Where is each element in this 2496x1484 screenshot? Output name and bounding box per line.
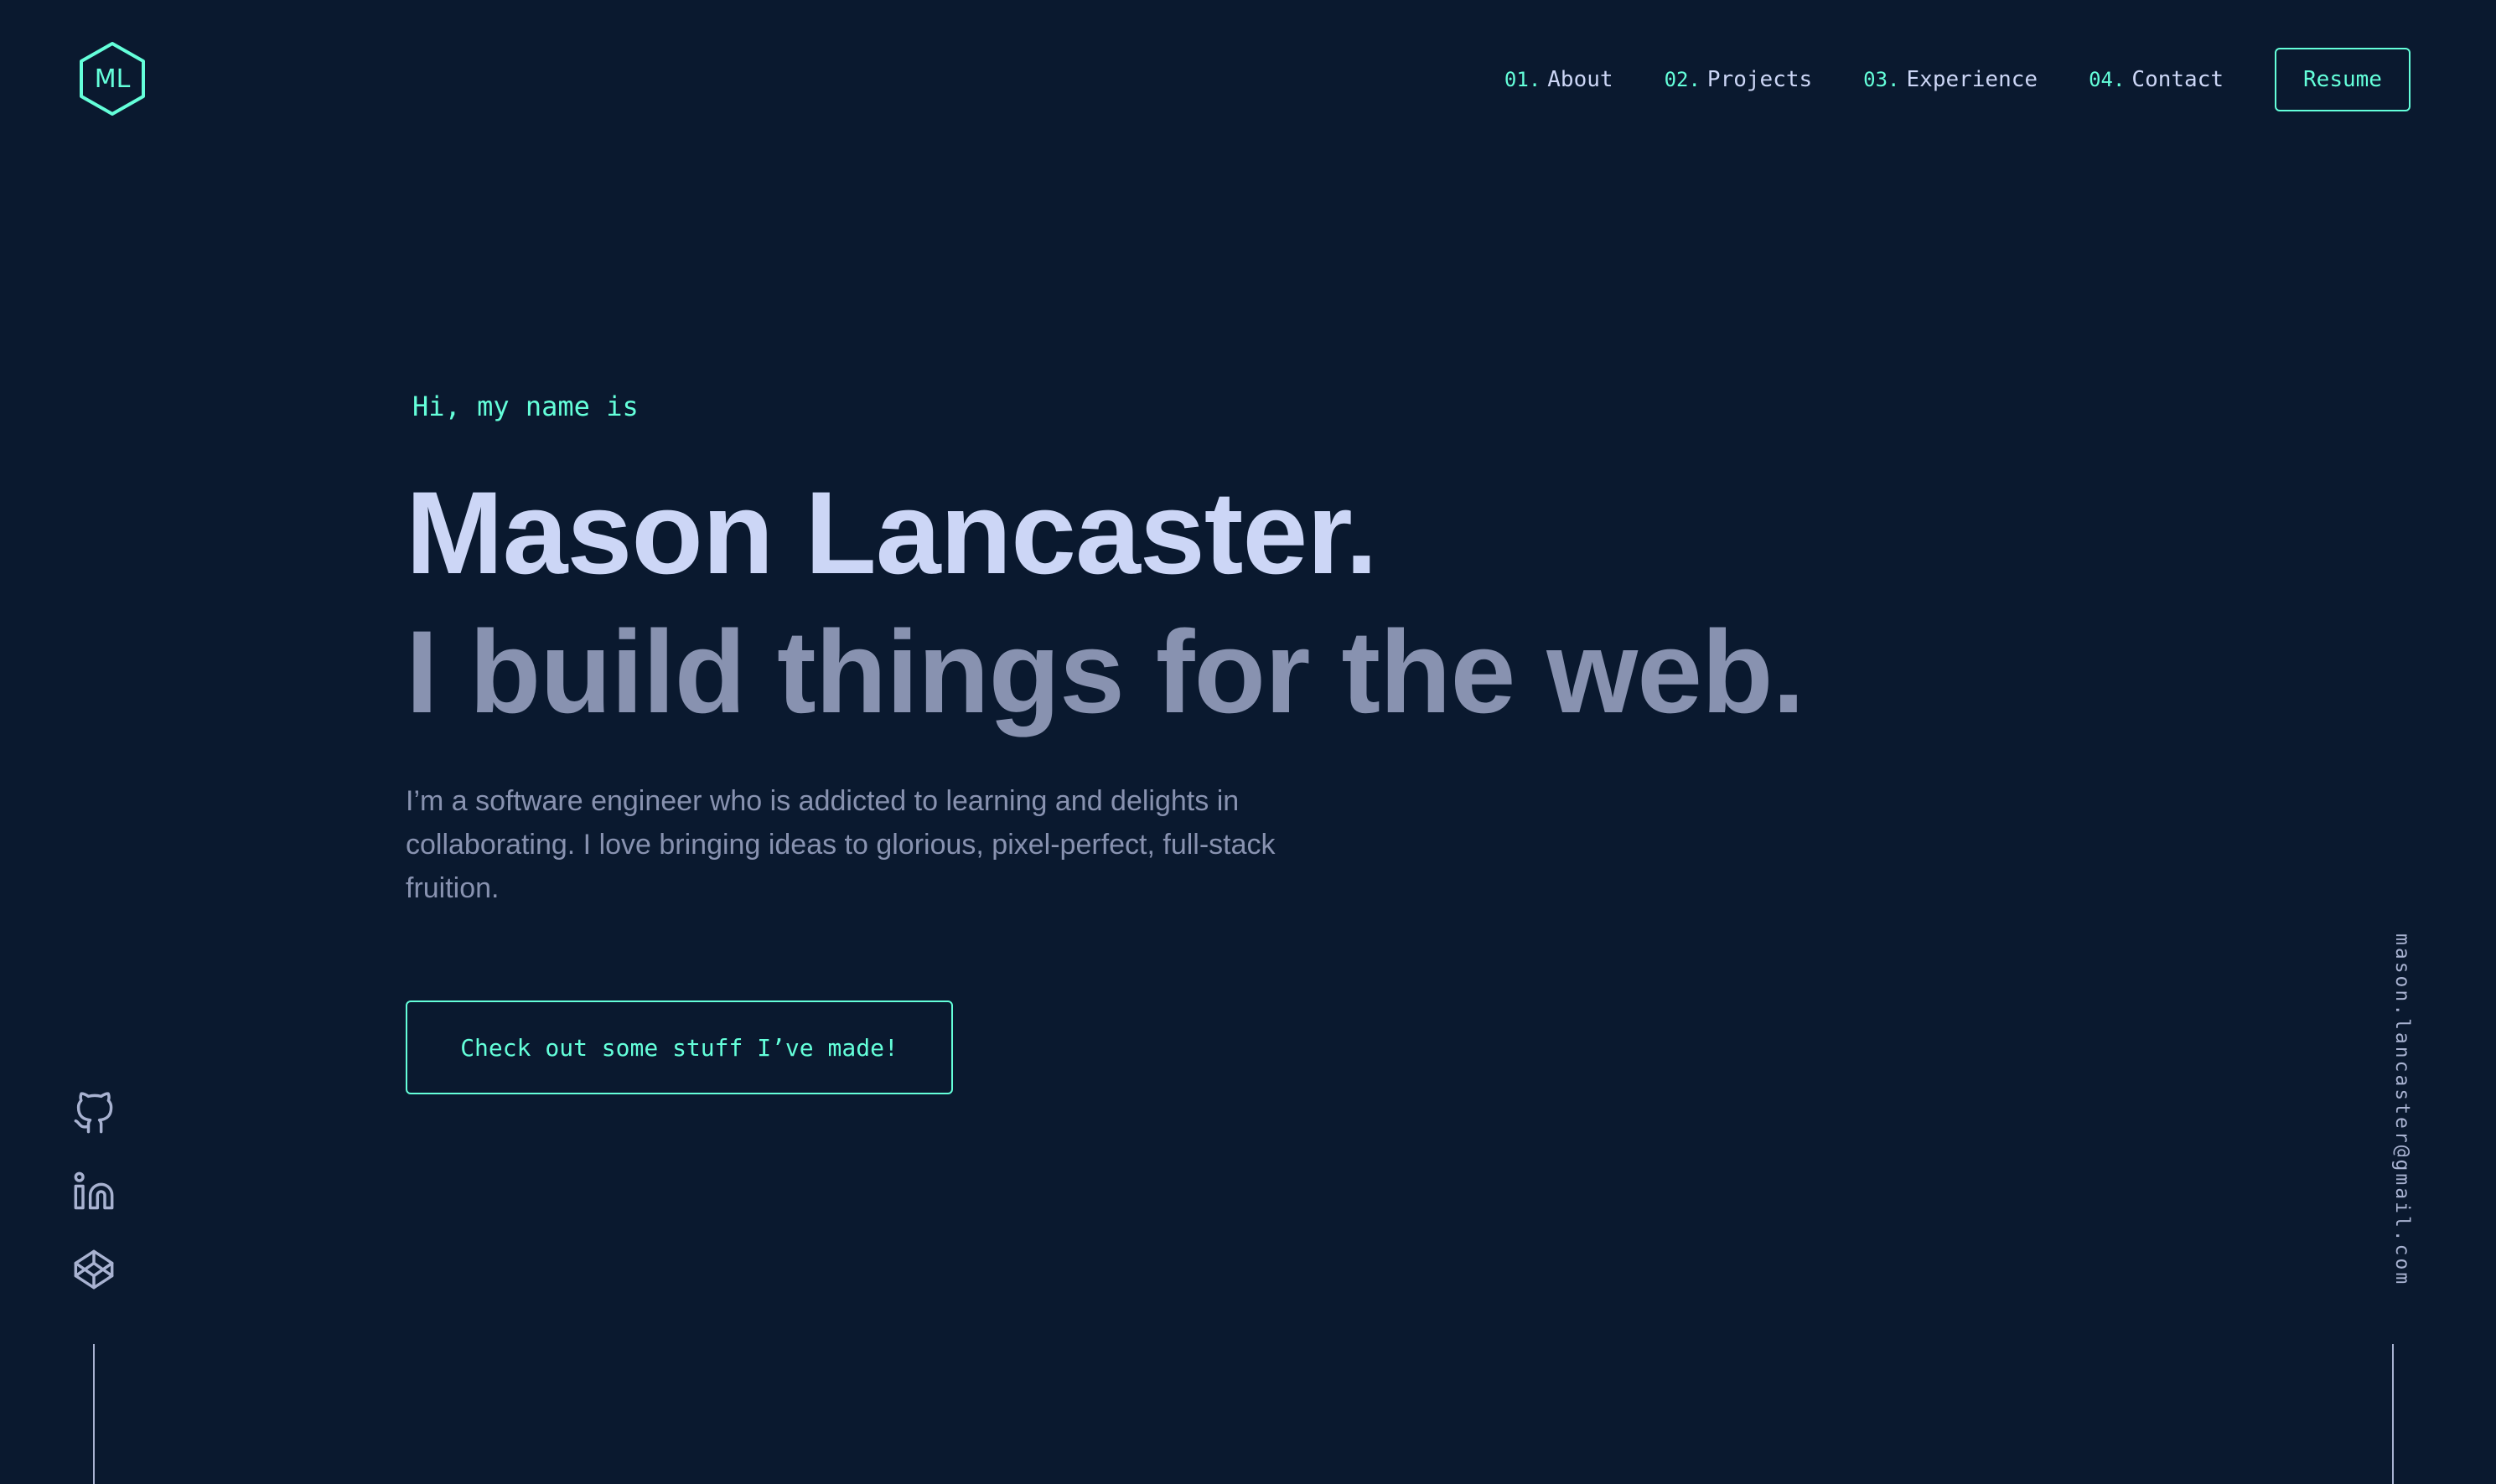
left-divider-line <box>93 1344 95 1484</box>
nav-item-experience[interactable]: 03. Experience <box>1863 67 2038 92</box>
nav-item-projects[interactable]: 02. Projects <box>1665 67 1813 92</box>
logo-text: ML <box>95 65 131 94</box>
nav-label: Experience <box>1906 67 2038 92</box>
logo-hexagon-icon: ML <box>80 42 145 116</box>
nav-number: 02. <box>1664 68 1701 91</box>
nav-label: Projects <box>1706 67 1813 92</box>
nav-item-about[interactable]: 01. About <box>1504 67 1613 92</box>
email-link[interactable]: mason.lancaster@gmail.com <box>2391 933 2413 1286</box>
nav-item-contact[interactable]: 04. Contact <box>2089 67 2224 92</box>
linkedin-link[interactable] <box>72 1170 116 1213</box>
projects-cta-button[interactable]: Check out some stuff I’ve made! <box>406 1001 953 1094</box>
nav-number: 03. <box>1863 68 1900 91</box>
hero-greeting: Hi, my name is <box>412 390 639 422</box>
main-nav: 01. About 02. Projects 03. Experience 04… <box>1504 47 2411 112</box>
nav-number: 01. <box>1504 68 1541 91</box>
hero-tagline: I build things for the web. <box>406 606 1805 737</box>
resume-button[interactable]: Resume <box>2275 48 2411 111</box>
nav-label: About <box>1547 67 1613 92</box>
github-link[interactable] <box>72 1092 116 1135</box>
codepen-link[interactable] <box>72 1248 116 1291</box>
codepen-icon <box>74 1249 114 1290</box>
hero-intro: I’m a software engineer who is addicted … <box>406 785 1276 904</box>
nav-number: 04. <box>2089 68 2126 91</box>
right-divider-line <box>2392 1344 2394 1484</box>
github-icon <box>74 1092 113 1134</box>
nav-label: Contact <box>2131 67 2224 92</box>
logo-link[interactable]: ML <box>78 41 147 116</box>
linkedin-icon <box>74 1171 114 1210</box>
hero-name: Mason Lancaster. <box>406 467 1378 598</box>
